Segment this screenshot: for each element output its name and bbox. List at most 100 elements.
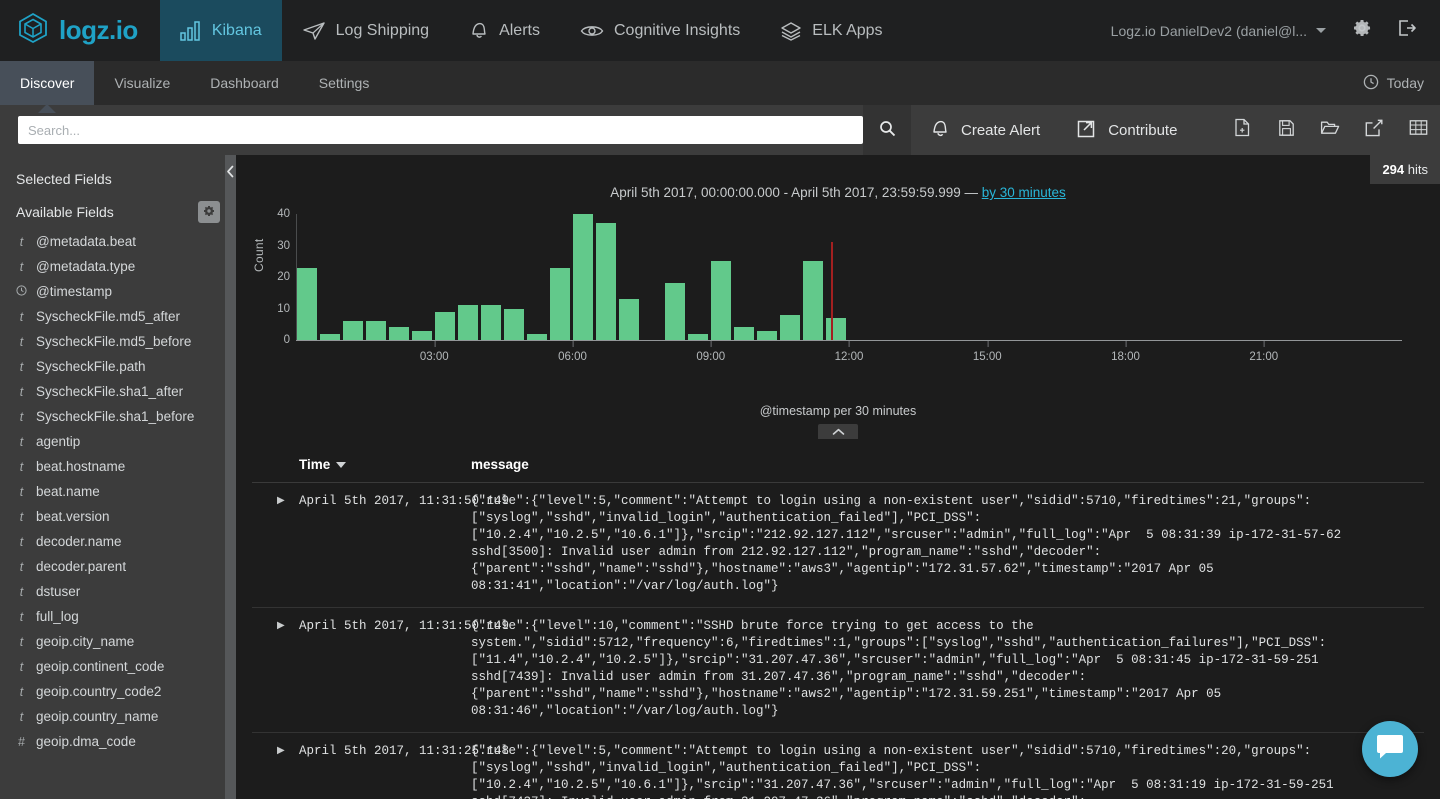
- field-item[interactable]: # geoip.dma_code: [0, 729, 236, 754]
- histogram-bar[interactable]: [803, 261, 824, 340]
- row-message: {"rule":{"level":5,"comment":"Attempt to…: [471, 494, 1349, 593]
- nav-item-log-shipping[interactable]: Log Shipping: [282, 0, 449, 61]
- field-item[interactable]: t agentip: [0, 429, 236, 454]
- field-item[interactable]: t decoder.parent: [0, 554, 236, 579]
- field-item[interactable]: t SyscheckFile.md5_before: [0, 329, 236, 354]
- histogram-bar[interactable]: [596, 223, 617, 340]
- contribute-label: Contribute: [1108, 121, 1178, 139]
- collapse-chart-button[interactable]: [818, 424, 858, 439]
- histogram-bar[interactable]: [297, 267, 318, 340]
- nav-item-cognitive-insights[interactable]: Cognitive Insights: [560, 0, 760, 61]
- tab-visualize[interactable]: Visualize: [94, 61, 190, 105]
- chat-launcher-button[interactable]: [1362, 721, 1418, 777]
- field-item[interactable]: t beat.hostname: [0, 454, 236, 479]
- histogram-bar[interactable]: [826, 317, 847, 340]
- histogram-bar[interactable]: [435, 311, 456, 340]
- field-item[interactable]: t @metadata.beat: [0, 229, 236, 254]
- histogram-bar[interactable]: [550, 267, 571, 340]
- histogram-bar[interactable]: [389, 327, 410, 340]
- field-item[interactable]: t geoip.continent_code: [0, 654, 236, 679]
- logout-button[interactable]: [1384, 0, 1428, 61]
- new-document-button[interactable]: [1220, 105, 1264, 155]
- x-axis-tick: 06:00: [558, 341, 587, 363]
- field-type-icon: #: [18, 734, 25, 749]
- field-type-icon: t: [19, 434, 24, 449]
- field-name: geoip.country_code2: [36, 684, 162, 699]
- tab-dashboard[interactable]: Dashboard: [190, 61, 299, 105]
- histogram-bar[interactable]: [412, 330, 433, 340]
- histogram-bar[interactable]: [711, 261, 732, 340]
- histogram-bar[interactable]: [343, 321, 364, 340]
- histogram-bar[interactable]: [481, 305, 502, 340]
- logzio-brand[interactable]: logz.io: [0, 0, 160, 61]
- column-header-time[interactable]: Time: [252, 457, 471, 472]
- contribute-button[interactable]: Contribute: [1058, 105, 1195, 155]
- row-time: April 5th 2017, 11:31:50.149: [299, 494, 510, 508]
- sort-desc-icon[interactable]: [336, 461, 347, 468]
- search-input[interactable]: [18, 116, 863, 144]
- field-name: SyscheckFile.sha1_after: [36, 384, 184, 399]
- table-row[interactable]: ▶ April 5th 2017, 11:31:50.149 {"rule":{…: [252, 608, 1424, 733]
- save-button[interactable]: [1264, 105, 1308, 155]
- field-type-icon: t: [19, 359, 24, 374]
- table-row[interactable]: ▶ April 5th 2017, 11:31:25.148 {"rule":{…: [252, 733, 1424, 799]
- field-item[interactable]: t geoip.country_name: [0, 704, 236, 729]
- expand-row-icon[interactable]: ▶: [252, 493, 299, 595]
- table-view-button[interactable]: [1396, 105, 1440, 155]
- y-axis-tick: 0: [283, 334, 290, 346]
- y-axis-tick: 10: [277, 302, 290, 315]
- expand-row-icon[interactable]: ▶: [252, 618, 299, 720]
- field-item[interactable]: t dstuser: [0, 579, 236, 604]
- create-alert-button[interactable]: Create Alert: [911, 105, 1058, 155]
- layers-icon: [780, 21, 802, 41]
- field-item[interactable]: @timestamp: [0, 279, 236, 304]
- search-submit-button[interactable]: [863, 105, 911, 155]
- field-item[interactable]: t decoder.name: [0, 529, 236, 554]
- histogram-bar[interactable]: [780, 314, 801, 340]
- histogram-bar[interactable]: [366, 321, 387, 340]
- user-account-menu[interactable]: Logz.io DanielDev2 (daniel@l...: [1097, 23, 1340, 39]
- time-range-text: April 5th 2017, 00:00:00.000 - April 5th…: [610, 185, 978, 200]
- time-picker-button[interactable]: Today: [1363, 61, 1440, 105]
- nav-item-alerts[interactable]: Alerts: [449, 0, 560, 61]
- field-item[interactable]: t SyscheckFile.md5_after: [0, 304, 236, 329]
- interval-link[interactable]: by 30 minutes: [982, 185, 1066, 200]
- histogram-bar[interactable]: [757, 330, 778, 340]
- field-item[interactable]: t beat.name: [0, 479, 236, 504]
- field-item[interactable]: t SyscheckFile.sha1_before: [0, 404, 236, 429]
- open-button[interactable]: [1308, 105, 1352, 155]
- field-item[interactable]: t SyscheckFile.path: [0, 354, 236, 379]
- field-type-icon: t: [19, 559, 24, 574]
- sidebar-collapse-button[interactable]: [225, 155, 236, 799]
- column-header-message[interactable]: message: [471, 457, 1424, 472]
- settings-button[interactable]: [1340, 0, 1384, 61]
- histogram-bar[interactable]: [619, 299, 640, 340]
- histogram-bar[interactable]: [665, 283, 686, 340]
- histogram-bar[interactable]: [504, 308, 525, 340]
- create-alert-label: Create Alert: [961, 121, 1041, 139]
- field-name: @timestamp: [36, 284, 112, 299]
- histogram-bar[interactable]: [573, 214, 594, 340]
- field-item[interactable]: t SyscheckFile.sha1_after: [0, 379, 236, 404]
- field-item[interactable]: t @metadata.type: [0, 254, 236, 279]
- tab-settings[interactable]: Settings: [299, 61, 390, 105]
- field-item[interactable]: t full_log: [0, 604, 236, 629]
- field-item[interactable]: t beat.version: [0, 504, 236, 529]
- histogram-bar[interactable]: [734, 327, 755, 340]
- y-axis-tick: 30: [277, 239, 290, 252]
- nav-item-kibana[interactable]: Kibana: [159, 0, 282, 61]
- fields-settings-button[interactable]: [198, 201, 220, 223]
- histogram-bars[interactable]: [297, 214, 1402, 340]
- nav-item-elk-apps[interactable]: ELK Apps: [760, 0, 902, 61]
- share-button[interactable]: [1352, 105, 1396, 155]
- hits-count: 294: [1382, 162, 1405, 177]
- tab-discover[interactable]: Discover: [0, 61, 95, 105]
- table-row[interactable]: ▶ April 5th 2017, 11:31:50.149 {"rule":{…: [252, 483, 1424, 608]
- field-type-icon: t: [19, 659, 24, 674]
- expand-row-icon[interactable]: ▶: [252, 743, 299, 799]
- histogram-bar[interactable]: [458, 305, 479, 340]
- field-item[interactable]: t geoip.city_name: [0, 629, 236, 654]
- field-item[interactable]: t geoip.country_code2: [0, 679, 236, 704]
- field-type-icon: t: [19, 709, 24, 724]
- field-type-icon: t: [19, 584, 24, 599]
